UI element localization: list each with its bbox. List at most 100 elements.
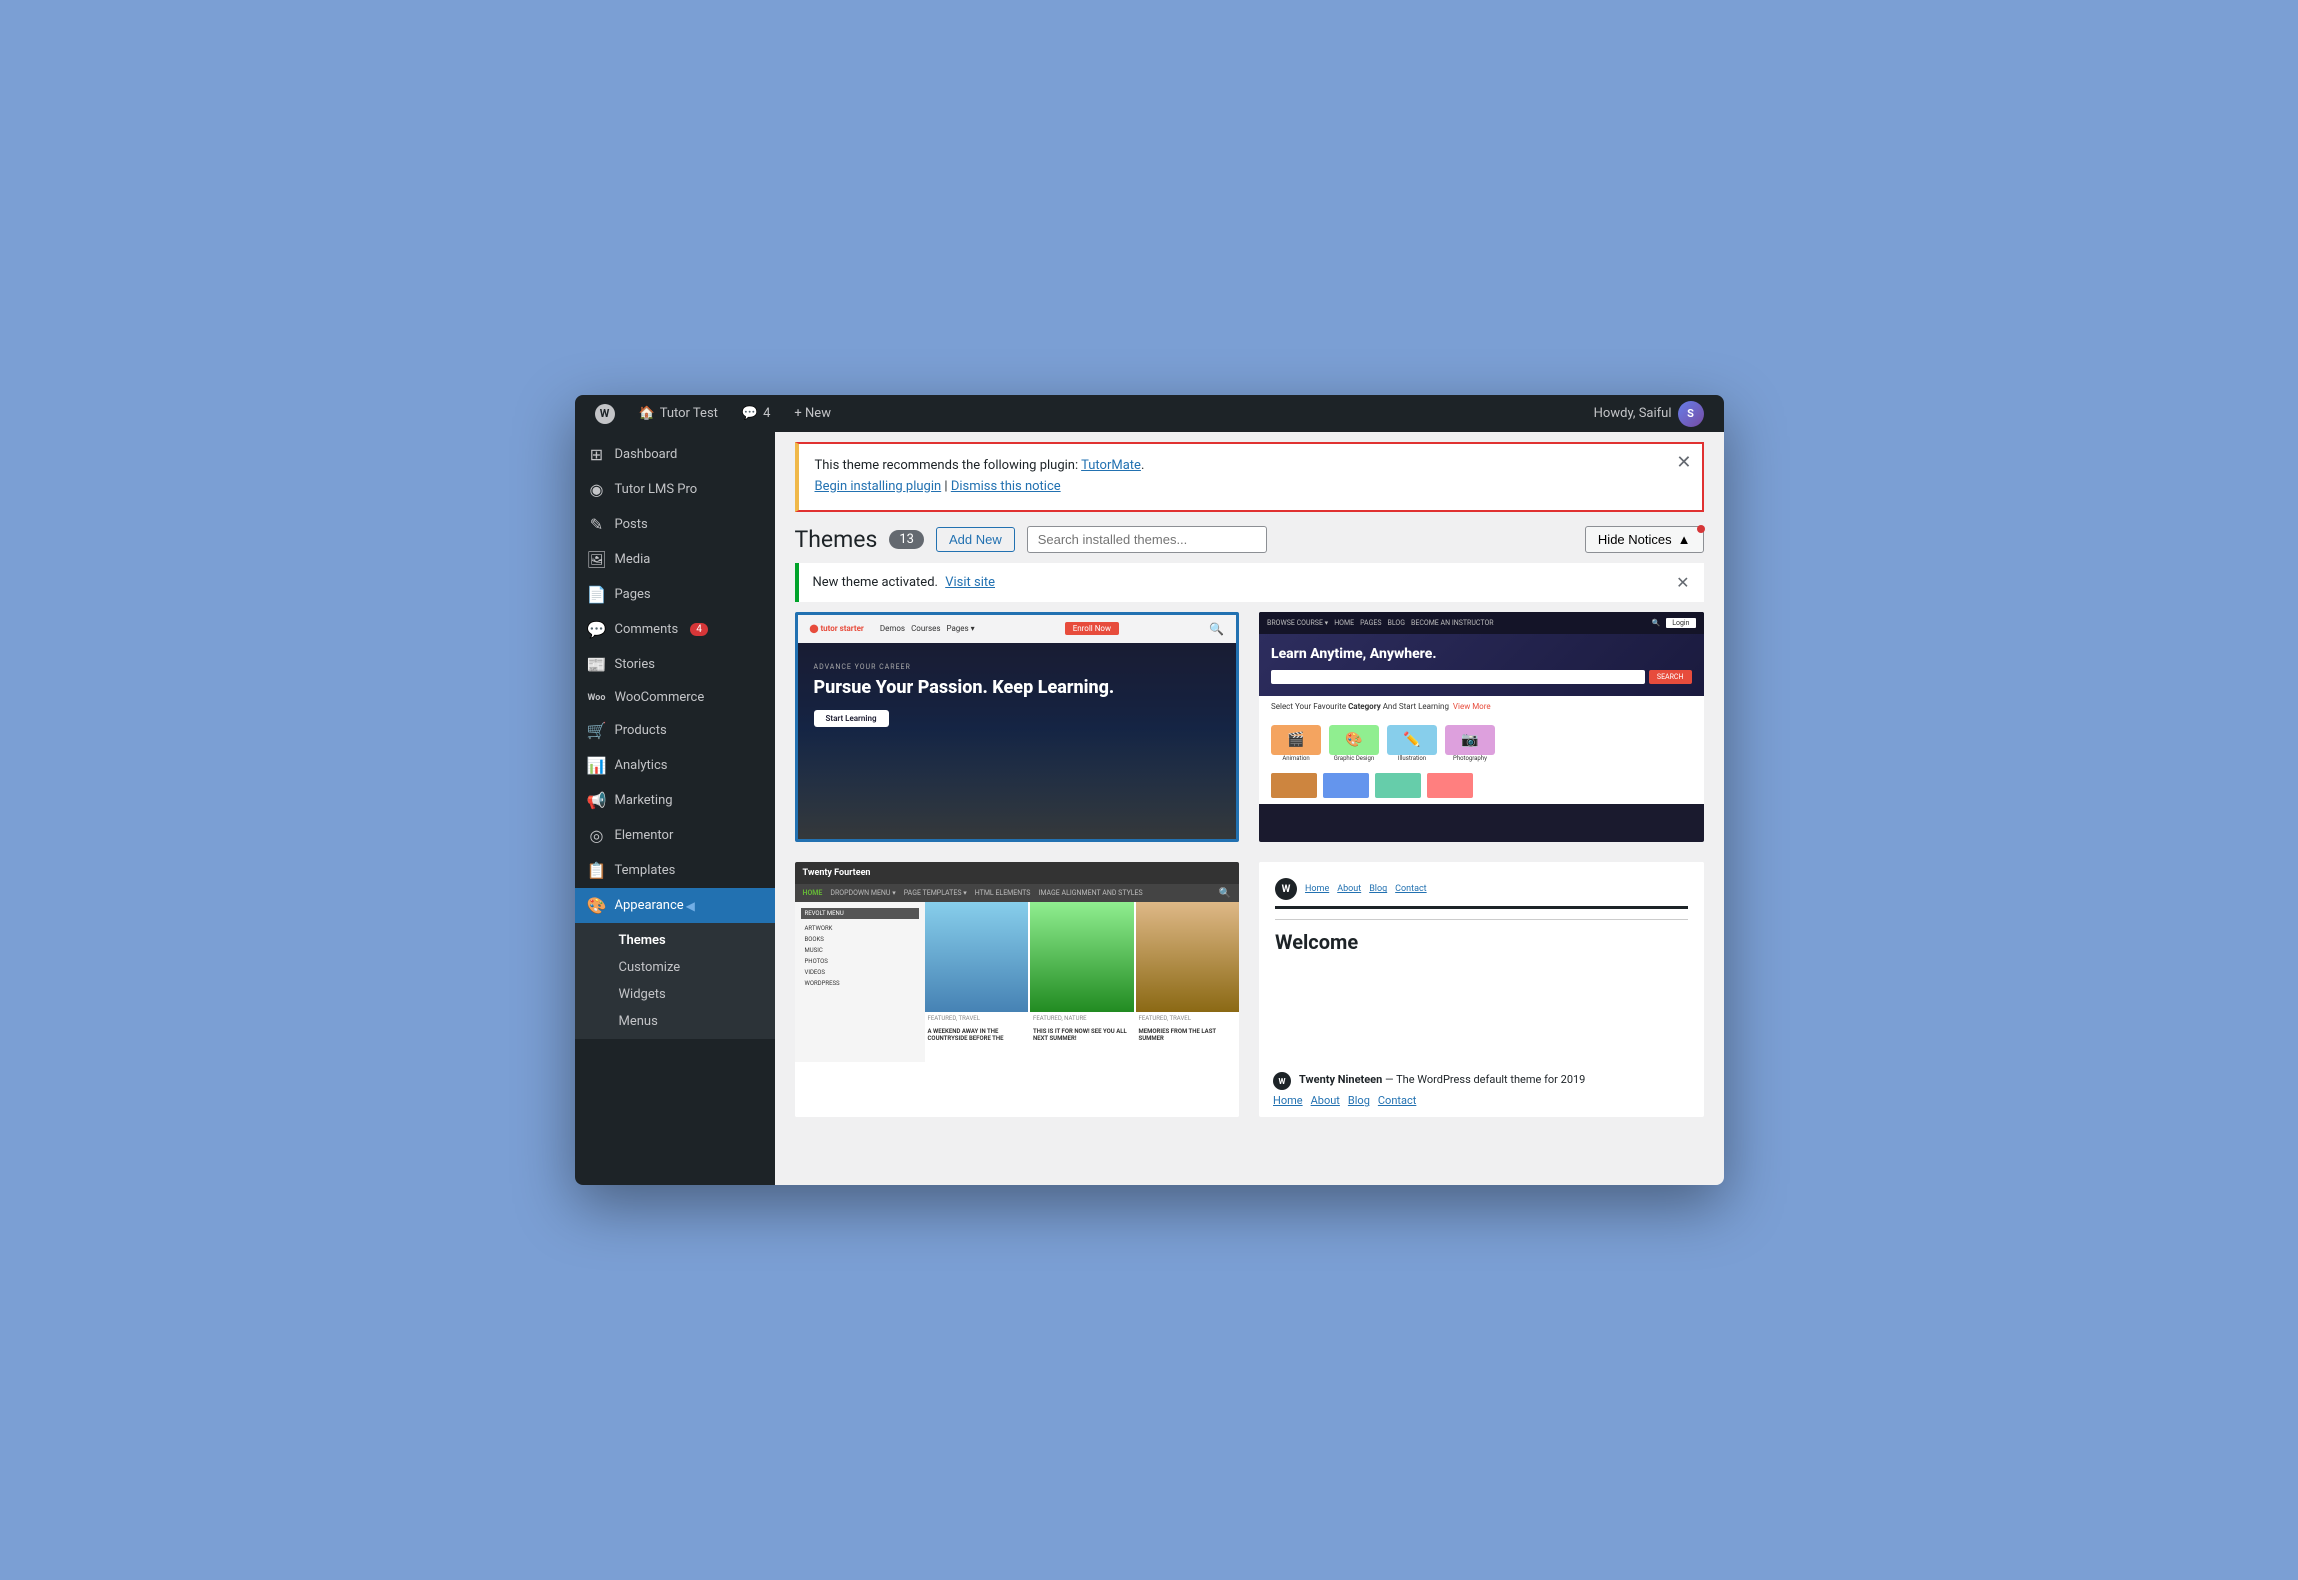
sidebar-label: Appearance [615, 898, 684, 913]
themes-header: Themes 13 Add New Hide Notices ▲ [775, 512, 1724, 563]
hide-notices-button[interactable]: Hide Notices ▲ [1585, 526, 1704, 553]
sidebar-item-tutor-lms-pro[interactable]: ◉ Tutor LMS Pro [575, 472, 775, 507]
admin-bar: W 🏠 Tutor Test 💬 4 + New Howdy, Saiful S [575, 395, 1724, 432]
sk-category-label: Select Your Favourite Category And Start… [1259, 696, 1704, 717]
skillate-preview: BROWSE COURSE ▾ HOME PAGES BLOG BECOME A… [1259, 612, 1704, 843]
ts-building-overlay [798, 729, 1237, 839]
tn-nav-blog[interactable]: Blog [1369, 884, 1387, 894]
pages-icon: 📄 [587, 585, 607, 604]
sidebar-label: WooCommerce [615, 690, 705, 705]
tutor-icon: ◉ [587, 480, 607, 499]
theme-card-tutor-starter[interactable]: ⬤ tutor starter Demos Courses Pages ▾ En… [795, 612, 1240, 843]
sidebar-item-stories[interactable]: 📰 Stories [575, 647, 775, 682]
tn-footer-contact[interactable]: Contact [1378, 1094, 1416, 1107]
howdy-label: Howdy, Saiful [1594, 406, 1672, 421]
sidebar-label: Marketing [615, 793, 673, 808]
sidebar-menu: ⊞ Dashboard ◉ Tutor LMS Pro ✎ Posts 🖼 Me… [575, 432, 775, 1039]
sidebar-item-products[interactable]: 🛒 Products [575, 713, 775, 748]
theme-footer-tutor-starter: Active: TutorStarter Customize [798, 839, 1237, 842]
tn-nav-contact[interactable]: Contact [1395, 884, 1426, 894]
sidebar-subitem-menus[interactable]: Menus [575, 1008, 775, 1035]
marketing-icon: 📢 [587, 791, 607, 810]
tn-footer-home[interactable]: Home [1273, 1094, 1303, 1107]
themes-count-badge: 13 [889, 530, 924, 549]
sidebar-label: Stories [615, 657, 655, 672]
sidebar: ⊞ Dashboard ◉ Tutor LMS Pro ✎ Posts 🖼 Me… [575, 432, 775, 1185]
twenty-nineteen-title: Twenty Nineteen — The WordPress default … [1299, 1073, 1585, 1086]
sidebar-item-elementor[interactable]: ◎ Elementor [575, 818, 775, 853]
sidebar-item-analytics[interactable]: 📊 Analytics [575, 748, 775, 783]
notice-close-button[interactable]: ✕ [1676, 454, 1691, 472]
sidebar-label: Templates [615, 863, 676, 878]
tf-header: Twenty Fourteen [795, 862, 1240, 884]
search-input[interactable] [1027, 526, 1267, 553]
plugin-notice: This theme recommends the following plug… [795, 442, 1704, 512]
content-area: This theme recommends the following plug… [775, 432, 1724, 1185]
sidebar-item-posts[interactable]: ✎ Posts [575, 507, 775, 542]
sidebar-item-templates[interactable]: 📋 Templates [575, 853, 775, 888]
tn-nav-about[interactable]: About [1337, 884, 1361, 894]
comments-count: 4 [763, 406, 770, 421]
themes-grid: ⬤ tutor starter Demos Courses Pages ▾ En… [775, 612, 1724, 1138]
tn-footer-about[interactable]: About [1311, 1094, 1340, 1107]
sidebar-item-comments[interactable]: 💬 Comments 4 [575, 612, 775, 647]
appearance-icon: 🎨 [587, 896, 607, 915]
sk-hero: Learn Anytime, Anywhere. SEARCH [1259, 634, 1704, 697]
notice-text: This theme recommends the following plug… [815, 456, 1686, 498]
visit-site-link[interactable]: Visit site [945, 575, 995, 590]
templates-icon: 📋 [587, 861, 607, 880]
posts-icon: ✎ [587, 515, 607, 534]
browser-window: W 🏠 Tutor Test 💬 4 + New Howdy, Saiful S [575, 395, 1724, 1185]
sidebar-label: Posts [615, 517, 648, 532]
media-icon: 🖼 [587, 550, 607, 569]
tn-footer-blog[interactable]: Blog [1348, 1094, 1370, 1107]
twenty-nineteen-footer: W Twenty Nineteen — The WordPress defaul… [1259, 1062, 1704, 1117]
ts-nav: ⬤ tutor starter Demos Courses Pages ▾ En… [798, 615, 1237, 643]
tutor-starter-preview: ⬤ tutor starter Demos Courses Pages ▾ En… [798, 615, 1237, 840]
tn-nav-home[interactable]: Home [1305, 884, 1329, 894]
howdy-item[interactable]: Howdy, Saiful S [1584, 395, 1714, 432]
activated-notice: New theme activated. Visit site ✕ [795, 563, 1704, 602]
sidebar-subitem-themes[interactable]: Themes [575, 927, 775, 954]
ts-start-btn: Start Learning [814, 710, 889, 727]
sidebar-item-media[interactable]: 🖼 Media [575, 542, 775, 577]
hide-notices-dot [1697, 525, 1705, 533]
dismiss-notice-link[interactable]: Dismiss this notice [951, 479, 1061, 494]
sidebar-label: Products [615, 723, 667, 738]
sk-search-btn: SEARCH [1649, 670, 1692, 684]
site-name-button[interactable]: 🏠 Tutor Test [629, 395, 728, 432]
add-new-button[interactable]: Add New [936, 527, 1015, 552]
begin-installing-link[interactable]: Begin installing plugin [815, 479, 942, 494]
sidebar-subitem-widgets[interactable]: Widgets [575, 981, 775, 1008]
sk-more-cards [1259, 773, 1704, 804]
activated-close-button[interactable]: ✕ [1676, 573, 1689, 592]
sk-cat-illustration: ✏️ Illustration [1387, 725, 1437, 765]
home-icon: 🏠 [639, 406, 655, 421]
comments-icon: 💬 [587, 620, 607, 639]
sidebar-item-woocommerce[interactable]: Woo WooCommerce [575, 682, 775, 713]
theme-card-twenty-nineteen[interactable]: W Home About Blog Contact Welcome [1259, 862, 1704, 1117]
tf-featured-grid: FEATURED, TRAVEL A WEEKEND AWAY IN THE C… [925, 902, 1240, 1062]
admin-bar-left: W 🏠 Tutor Test 💬 4 + New [585, 395, 1584, 432]
new-button[interactable]: + New [784, 395, 841, 432]
chevron-left-icon: ◀ [686, 899, 695, 913]
twenty-nineteen-preview: W Home About Blog Contact Welcome [1259, 862, 1704, 1062]
tutormate-link[interactable]: TutorMate [1081, 458, 1141, 473]
sidebar-subitem-customize[interactable]: Customize [575, 954, 775, 981]
sidebar-label: Analytics [615, 758, 668, 773]
theme-card-skillate[interactable]: BROWSE COURSE ▾ HOME PAGES BLOG BECOME A… [1259, 612, 1704, 843]
sk-cat-animation: 🎬 Animation [1271, 725, 1321, 765]
theme-card-twenty-fourteen[interactable]: Twenty Fourteen HOME DROPDOWN MENU ▾ PAG… [795, 862, 1240, 1117]
new-label: + New [794, 406, 831, 421]
sidebar-item-appearance[interactable]: 🎨 Appearance ◀ [575, 888, 775, 923]
twenty-fourteen-preview: Twenty Fourteen HOME DROPDOWN MENU ▾ PAG… [795, 862, 1240, 1117]
tf-sidebar: REVOLT MENU ARTWORK BOOKS MUSIC PHOTOS V… [795, 902, 925, 1062]
tn-divider2 [1275, 919, 1688, 920]
wp-logo-button[interactable]: W [585, 395, 625, 432]
sidebar-item-marketing[interactable]: 📢 Marketing [575, 783, 775, 818]
tf-body: REVOLT MENU ARTWORK BOOKS MUSIC PHOTOS V… [795, 902, 1240, 1062]
sidebar-item-pages[interactable]: 📄 Pages [575, 577, 775, 612]
sidebar-label: Media [615, 552, 651, 567]
comments-button[interactable]: 💬 4 [732, 395, 781, 432]
sidebar-item-dashboard[interactable]: ⊞ Dashboard [575, 437, 775, 472]
